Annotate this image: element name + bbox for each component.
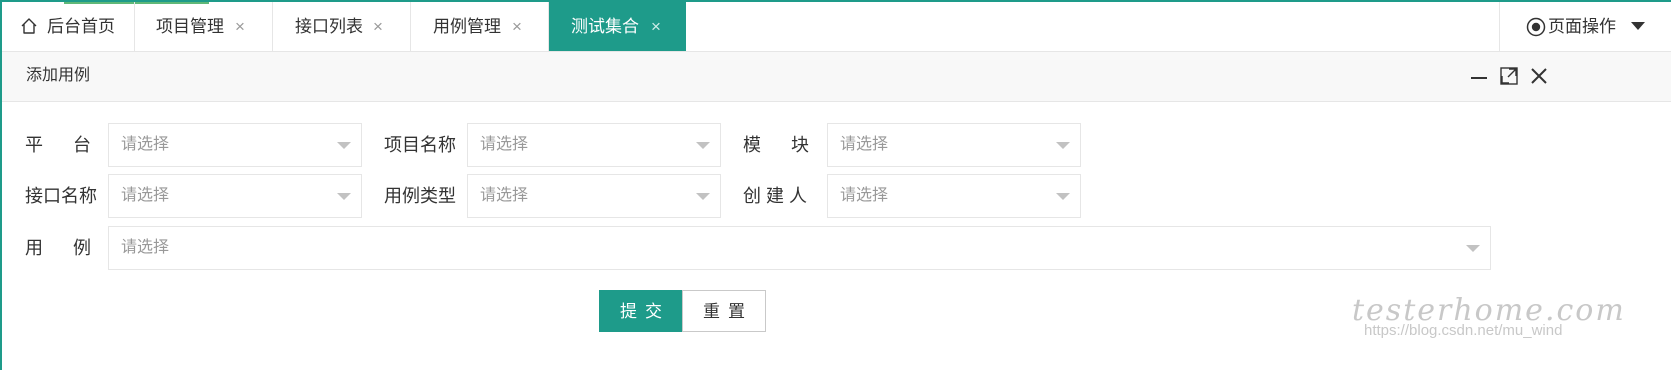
- reset-button[interactable]: 重置: [682, 290, 766, 332]
- case-type-label: 用例类型: [384, 186, 456, 206]
- module-label: 模 块: [743, 135, 810, 155]
- tab-interface-list[interactable]: 接口列表 ×: [273, 2, 411, 51]
- case-label: 用 例: [25, 238, 92, 258]
- watermark-url: https://blog.csdn.net/mu_wind: [1364, 322, 1563, 339]
- radio-icon: [1526, 17, 1546, 37]
- interface-name-placeholder: 请选择: [121, 187, 170, 204]
- dialog-title: 添加用例: [26, 67, 91, 84]
- chevron-down-icon: [1056, 142, 1070, 149]
- tab-label: 测试集合: [571, 17, 639, 36]
- tab-label: 接口列表: [295, 17, 363, 36]
- project-name-placeholder: 请选择: [480, 136, 529, 153]
- submit-button[interactable]: 提交: [599, 290, 683, 332]
- chevron-down-icon: [1056, 193, 1070, 200]
- tab-home[interactable]: 后台首页: [2, 2, 135, 51]
- page-operations-dropdown[interactable]: 页面操作: [1499, 2, 1671, 51]
- creator-placeholder: 请选择: [840, 187, 889, 204]
- case-placeholder: 请选择: [121, 239, 170, 256]
- tab-label: 用例管理: [433, 17, 501, 36]
- tab-label: 项目管理: [156, 17, 224, 36]
- chevron-down-icon: [337, 142, 351, 149]
- tab-close-icon[interactable]: ×: [373, 2, 383, 51]
- creator-label: 创 建 人: [743, 186, 808, 206]
- case-type-select[interactable]: 请选择: [467, 174, 721, 218]
- caret-down-icon: [1631, 22, 1645, 30]
- interface-name-label: 接口名称: [25, 186, 97, 206]
- case-type-placeholder: 请选择: [480, 187, 529, 204]
- tab-bar: 后台首页 项目管理 × 接口列表 × 用例管理 × 测试集合 × 页面操作: [2, 2, 1671, 52]
- interface-name-select[interactable]: 请选择: [108, 174, 362, 218]
- minimize-icon[interactable]: [1469, 66, 1489, 86]
- chevron-down-icon: [337, 193, 351, 200]
- close-icon[interactable]: [1529, 66, 1549, 86]
- chevron-down-icon: [696, 142, 710, 149]
- dialog-header: 添加用例: [2, 52, 1671, 102]
- tab-close-icon[interactable]: ×: [512, 2, 522, 51]
- platform-placeholder: 请选择: [121, 136, 170, 153]
- tab-close-icon[interactable]: ×: [235, 2, 245, 51]
- tab-project-management[interactable]: 项目管理 ×: [135, 2, 273, 51]
- tab-test-collection[interactable]: 测试集合 ×: [549, 2, 686, 51]
- page-operations-label: 页面操作: [1548, 17, 1616, 36]
- chevron-down-icon: [696, 193, 710, 200]
- tab-close-icon[interactable]: ×: [651, 2, 661, 51]
- chevron-down-icon: [1466, 245, 1480, 252]
- tab-home-label: 后台首页: [47, 17, 115, 36]
- module-select[interactable]: 请选择: [827, 123, 1081, 167]
- platform-label: 平 台: [25, 135, 92, 155]
- creator-select[interactable]: 请选择: [827, 174, 1081, 218]
- case-select[interactable]: 请选择: [108, 226, 1491, 270]
- project-name-label: 项目名称: [384, 135, 456, 155]
- home-icon: [21, 18, 37, 34]
- module-placeholder: 请选择: [840, 136, 889, 153]
- tab-case-management[interactable]: 用例管理 ×: [411, 2, 549, 51]
- project-name-select[interactable]: 请选择: [467, 123, 721, 167]
- maximize-icon[interactable]: [1499, 66, 1519, 86]
- platform-select[interactable]: 请选择: [108, 123, 362, 167]
